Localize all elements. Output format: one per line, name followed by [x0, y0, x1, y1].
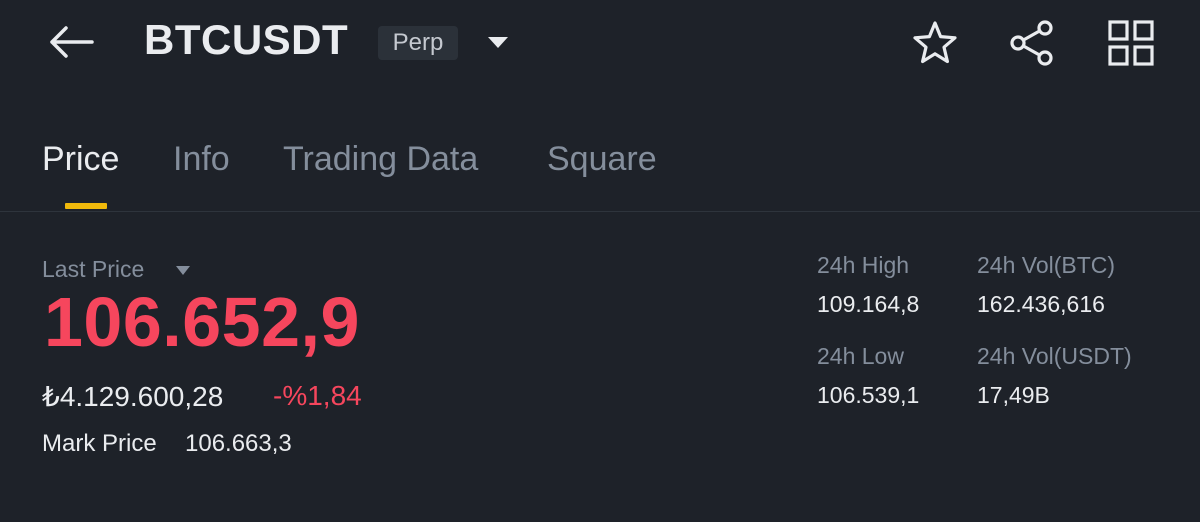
- fiat-price: ₺4.129.600,28: [42, 381, 224, 412]
- caret-down-icon[interactable]: [486, 34, 510, 50]
- caret-down-icon[interactable]: [175, 263, 191, 275]
- tab-info[interactable]: Info: [173, 140, 230, 179]
- tab-trading-data[interactable]: Trading Data: [283, 140, 478, 179]
- vol-usdt-label: 24h Vol(USDT): [977, 343, 1132, 369]
- last-price-label[interactable]: Last Price: [42, 256, 144, 283]
- high-24h-value: 109.164,8: [817, 291, 920, 317]
- vol-usdt-value: 17,49B: [977, 382, 1050, 408]
- vol-btc-label: 24h Vol(BTC): [977, 252, 1116, 278]
- tab-price[interactable]: Price: [42, 140, 119, 179]
- contract-type-badge: Perp: [378, 26, 458, 60]
- grid-icon[interactable]: [1106, 18, 1156, 68]
- mark-price-label: Mark Price: [42, 430, 157, 457]
- divider: [0, 211, 1200, 212]
- tab-square[interactable]: Square: [547, 140, 657, 179]
- back-arrow-icon[interactable]: [44, 22, 96, 62]
- active-tab-indicator: [65, 203, 107, 209]
- star-icon[interactable]: [910, 18, 960, 68]
- share-icon[interactable]: [1007, 18, 1057, 68]
- price-change-percent: -%1,84: [273, 380, 362, 411]
- low-24h-value: 106.539,1: [817, 382, 920, 408]
- vol-btc-value: 162.436,616: [977, 291, 1105, 317]
- low-24h-label: 24h Low: [817, 343, 904, 369]
- high-24h-label: 24h High: [817, 252, 910, 278]
- last-price-value: 106.652,9: [44, 283, 360, 361]
- mark-price-value: 106.663,3: [185, 430, 292, 457]
- top-bar: BTCUSDT Perp: [0, 0, 1200, 90]
- tab-bar: Price Info Trading Data Square: [0, 130, 1200, 212]
- symbol-title[interactable]: BTCUSDT: [144, 16, 348, 64]
